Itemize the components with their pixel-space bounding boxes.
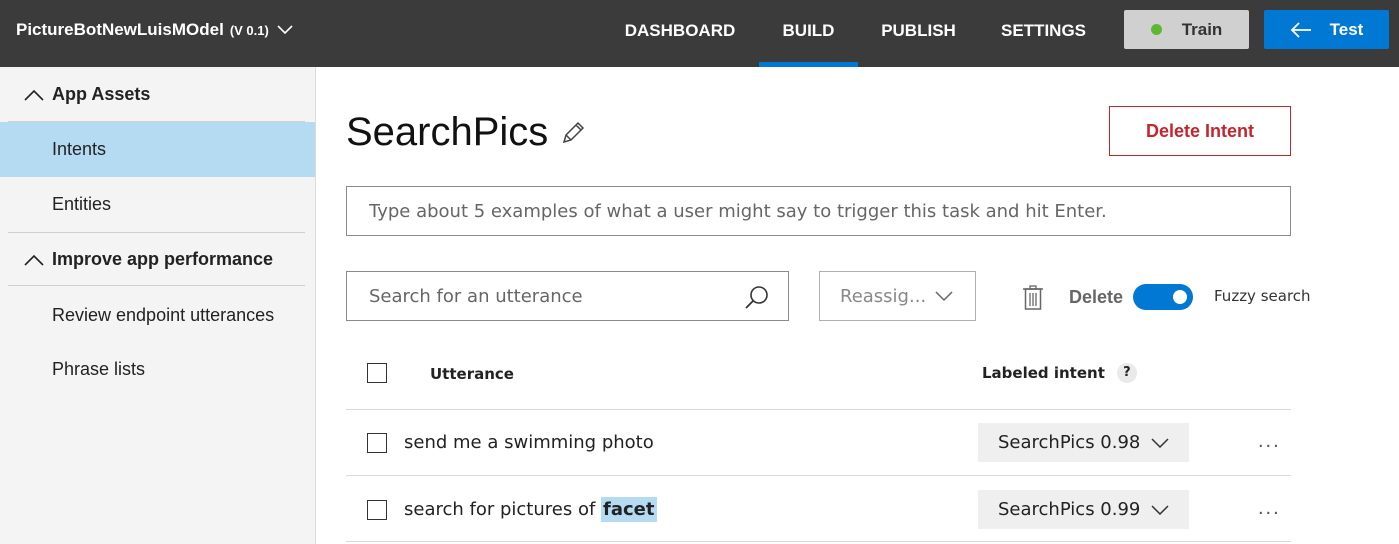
edit-pencil-icon[interactable] <box>560 120 586 146</box>
sidebar-item-intents[interactable]: Intents <box>0 122 315 177</box>
sidebar: App Assets Intents Entities Improve app … <box>0 67 316 544</box>
sidebar-group-label: App Assets <box>52 84 151 104</box>
help-icon[interactable]: ? <box>1116 363 1137 383</box>
column-header-intent: Labeled intent ? <box>982 363 1137 383</box>
utterance-text-plain: send me a swimming photo <box>404 432 654 453</box>
chevron-up-icon <box>24 254 44 266</box>
select-all-checkbox[interactable] <box>367 363 387 383</box>
search-icon[interactable] <box>744 284 770 310</box>
more-options-icon[interactable]: ... <box>1258 497 1281 520</box>
nav-settings[interactable]: SETTINGS <box>1001 0 1086 67</box>
utterance-text[interactable]: search for pictures of facet <box>404 497 657 522</box>
page-title: SearchPics <box>346 110 586 155</box>
sidebar-group-app-assets[interactable]: App Assets <box>0 67 316 122</box>
sidebar-group-improve[interactable]: Improve app performance <box>0 232 316 287</box>
app-name: PictureBotNewLuisMOdel <box>16 20 224 39</box>
app-version: (V 0.1) <box>229 22 269 38</box>
delete-intent-button[interactable]: Delete Intent <box>1109 106 1291 156</box>
chevron-down-icon <box>1151 438 1169 448</box>
intent-title: SearchPics <box>346 110 549 154</box>
intent-prediction: SearchPics 0.99 <box>998 499 1141 520</box>
train-label: Train <box>1181 19 1223 39</box>
entity-label-facet[interactable]: facet <box>601 497 657 522</box>
nav-build[interactable]: BUILD <box>759 0 858 67</box>
intent-dropdown[interactable]: SearchPics 0.98 <box>978 423 1189 462</box>
column-header-intent-label[interactable]: Labeled intent <box>982 364 1105 382</box>
arrow-left-icon <box>1290 21 1311 38</box>
row-checkbox[interactable] <box>367 500 387 520</box>
top-bar: PictureBotNewLuisMOdel (V 0.1) DASHBOARD… <box>0 0 1399 67</box>
chevron-down-icon <box>935 291 953 302</box>
row-divider <box>346 541 1291 542</box>
reassign-dropdown[interactable]: Reassig... <box>819 271 976 321</box>
trash-icon[interactable] <box>1022 285 1044 311</box>
test-label: Test <box>1329 19 1364 39</box>
delete-label[interactable]: Delete <box>1069 287 1123 308</box>
chevron-down-icon <box>277 25 293 35</box>
utterance-text[interactable]: send me a swimming photo <box>404 432 654 453</box>
train-status-dot <box>1150 24 1162 35</box>
train-button[interactable]: Train <box>1124 10 1249 49</box>
row-divider <box>346 475 1291 476</box>
row-divider <box>346 409 1291 410</box>
nav-publish[interactable]: PUBLISH <box>881 0 956 67</box>
reassign-label: Reassig... <box>840 285 927 307</box>
sidebar-item-phrase-lists[interactable]: Phrase lists <box>0 342 315 397</box>
utterance-input[interactable] <box>346 186 1291 236</box>
intent-dropdown[interactable]: SearchPics 0.99 <box>978 490 1189 529</box>
fuzzy-search-label: Fuzzy search <box>1214 287 1311 305</box>
chevron-down-icon <box>1151 505 1169 515</box>
search-input[interactable] <box>347 272 727 320</box>
sidebar-group-label: Improve app performance <box>52 249 274 269</box>
chevron-up-icon <box>24 89 44 101</box>
nav-dashboard[interactable]: DASHBOARD <box>624 0 736 67</box>
column-header-utterance[interactable]: Utterance <box>430 365 514 383</box>
test-button[interactable]: Test <box>1264 10 1389 49</box>
fuzzy-search-toggle[interactable] <box>1133 284 1193 310</box>
sidebar-divider <box>8 285 305 286</box>
intent-prediction: SearchPics 0.98 <box>998 432 1141 453</box>
row-checkbox[interactable] <box>367 433 387 453</box>
sidebar-item-entities[interactable]: Entities <box>0 177 315 232</box>
more-options-icon[interactable]: ... <box>1258 430 1281 453</box>
sidebar-item-review-endpoint[interactable]: Review endpoint utterances <box>0 288 315 343</box>
utterance-search <box>346 271 789 321</box>
utterance-text-plain: search for pictures of <box>404 499 602 520</box>
app-selector[interactable]: PictureBotNewLuisMOdel (V 0.1) <box>16 20 293 40</box>
